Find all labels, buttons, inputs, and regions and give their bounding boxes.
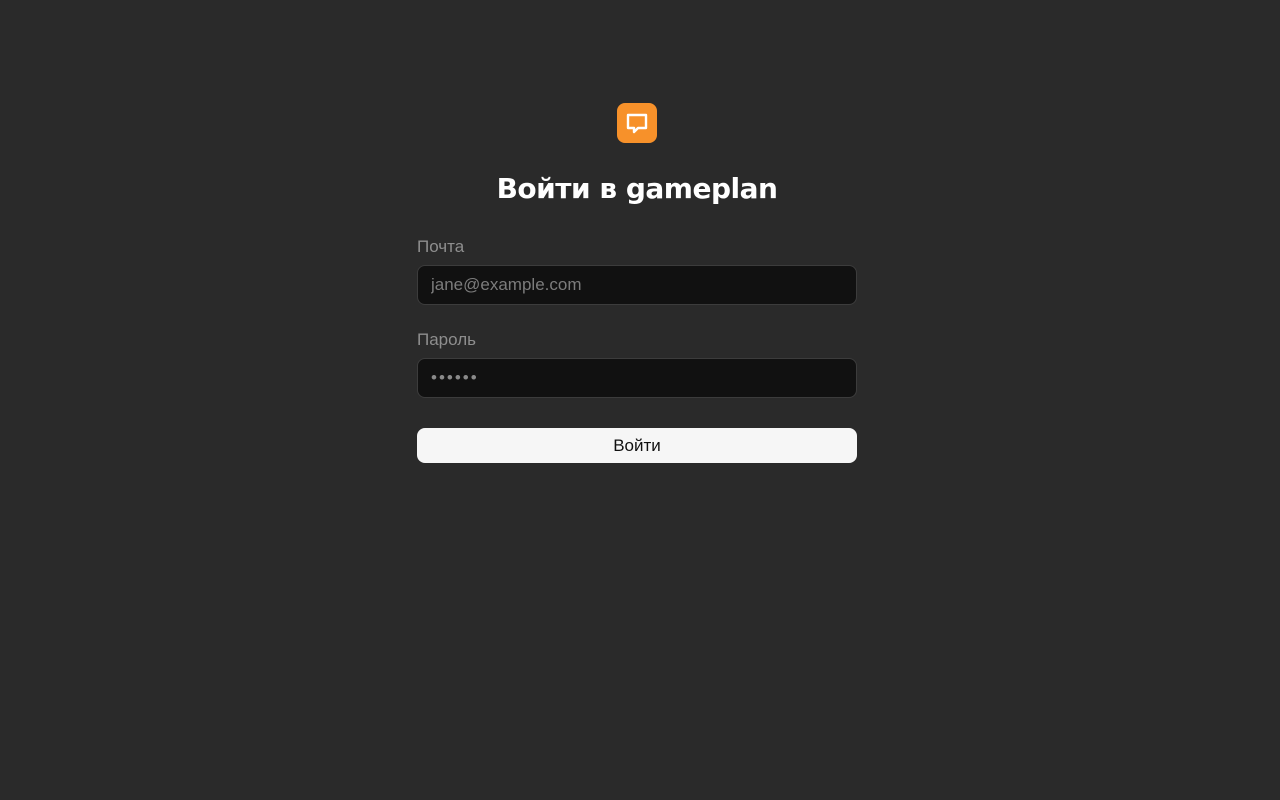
page-title: Войти в gameplan [496, 172, 778, 205]
password-field[interactable] [417, 358, 857, 398]
login-button[interactable]: Войти [417, 428, 857, 463]
chat-bubble-icon [626, 113, 648, 134]
email-label: Почта [417, 237, 465, 256]
login-page: Войти в gameplan Почта Пароль Войти [0, 0, 1280, 800]
password-label: Пароль [417, 330, 476, 349]
login-form: Почта Пароль Войти [417, 236, 857, 463]
email-field[interactable] [417, 265, 857, 305]
app-logo [617, 103, 657, 143]
